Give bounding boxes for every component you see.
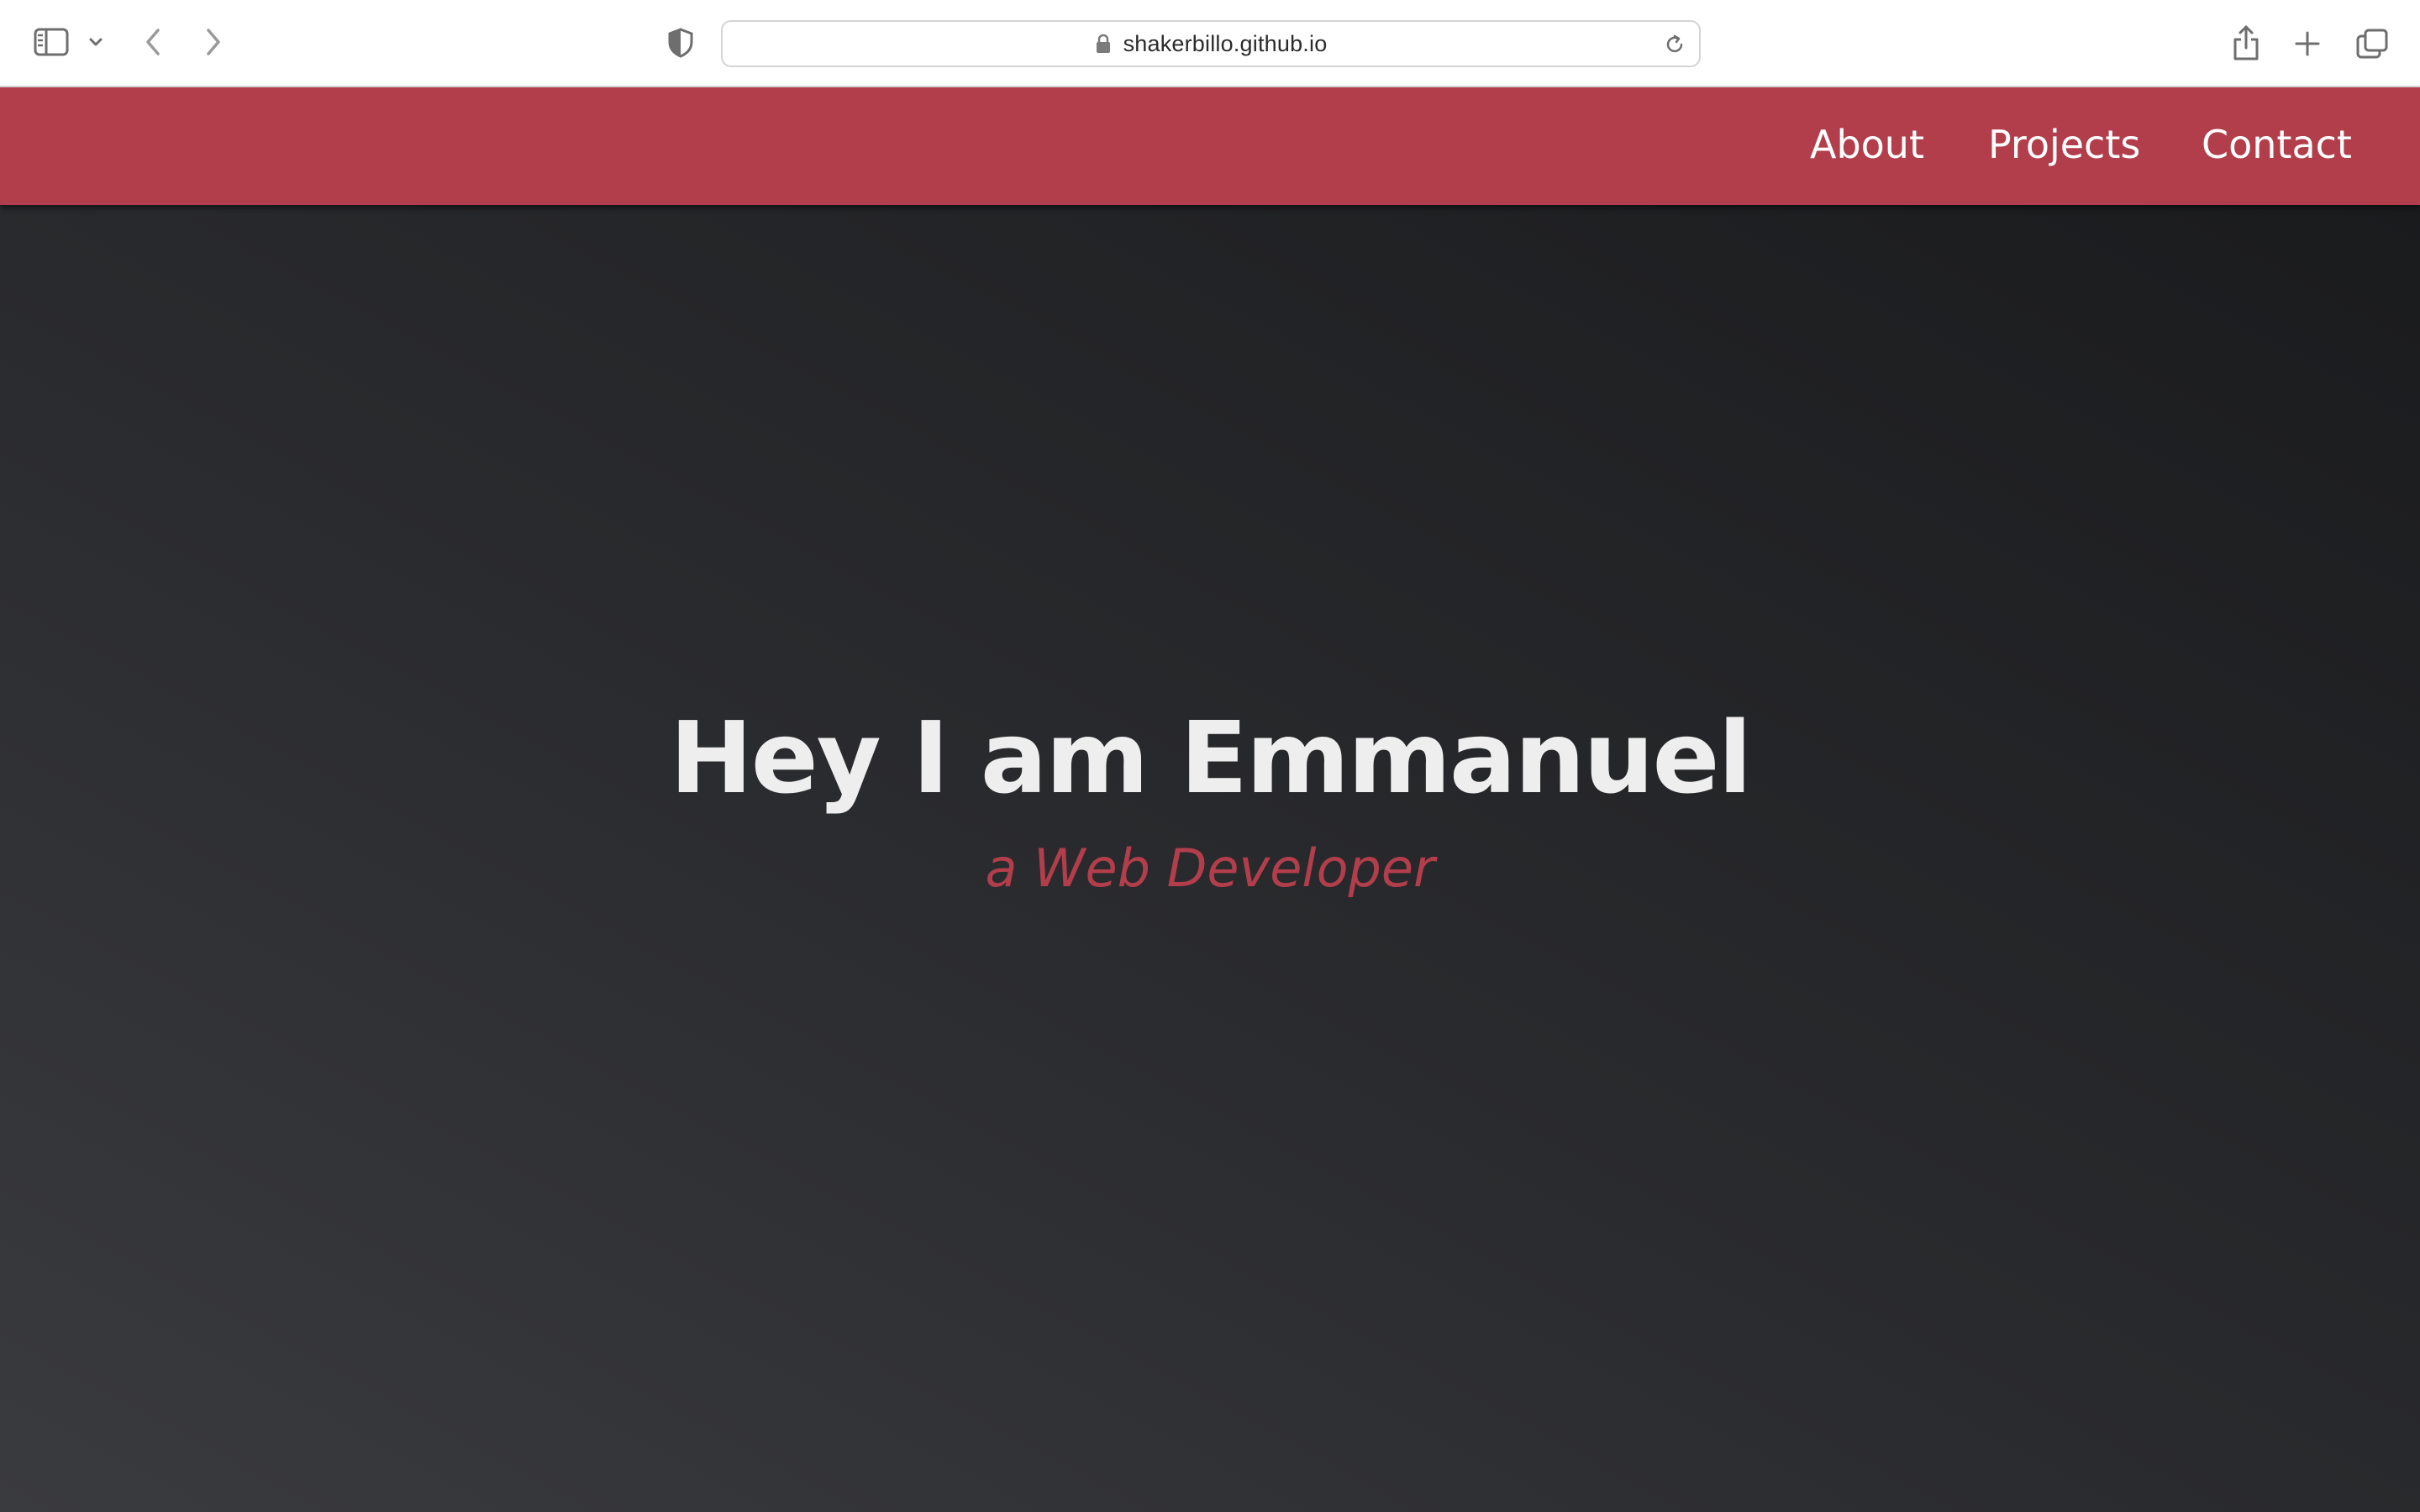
- share-icon[interactable]: [2227, 22, 2265, 64]
- chevron-right-icon[interactable]: [198, 24, 229, 60]
- tabs-icon[interactable]: [2353, 25, 2391, 62]
- hero-section: Hey I am Emmanuel a Web Developer: [0, 205, 2420, 1512]
- browser-toolbar: shakerbillo.github.io: [0, 0, 2420, 87]
- plus-icon[interactable]: [2289, 25, 2326, 62]
- hero-title: Hey I am Emmanuel: [669, 700, 1752, 816]
- lock-icon: [1095, 33, 1112, 55]
- shield-icon[interactable]: [664, 25, 697, 60]
- nav-link-contact[interactable]: Contact: [2202, 119, 2352, 170]
- sidebar-icon[interactable]: [32, 25, 71, 59]
- hero-subtitle: a Web Developer: [985, 837, 1435, 899]
- nav-link-about[interactable]: About: [1810, 119, 1924, 170]
- site-navbar: About Projects Contact: [0, 87, 2420, 205]
- nav-link-projects[interactable]: Projects: [1988, 119, 2140, 170]
- chevron-down-icon[interactable]: [86, 30, 106, 54]
- url-text: shakerbillo.github.io: [1123, 30, 1328, 56]
- address-bar[interactable]: shakerbillo.github.io: [721, 20, 1701, 67]
- reload-icon[interactable]: [1662, 32, 1687, 57]
- chevron-left-icon[interactable]: [138, 24, 168, 60]
